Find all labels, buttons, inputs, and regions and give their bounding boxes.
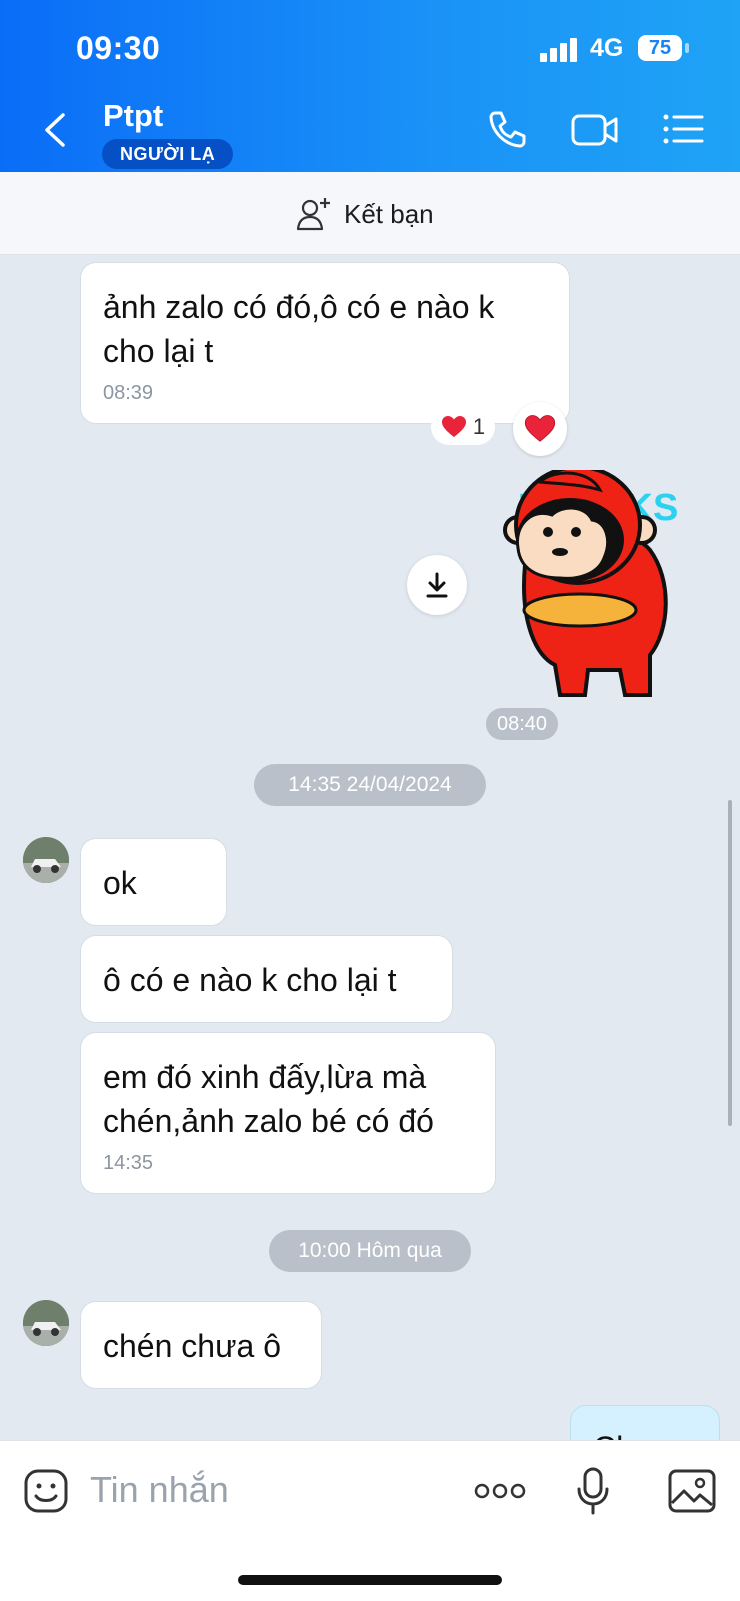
message-text: ok <box>103 865 137 901</box>
monkey-sticker[interactable]: THANKS <box>500 465 690 700</box>
sticker-button[interactable] <box>24 1469 68 1518</box>
message-text: ảnh zalo có đó,ô có e nào k cho lại t <box>103 289 495 369</box>
avatar[interactable] <box>23 1300 69 1346</box>
message-text: em đó xinh đấy,lừa mà chén,ảnh zalo bé c… <box>103 1059 434 1139</box>
message-time: 14:35 <box>103 1152 154 1174</box>
chat-header: 09:30 4G 75 Ptpt NGƯỜI LẠ <box>0 0 740 172</box>
download-button[interactable] <box>407 555 467 615</box>
message-bubble[interactable]: chén chưa ô <box>80 1301 322 1389</box>
cellular-signal-icon <box>540 38 580 62</box>
message-bubble[interactable]: ok <box>80 838 227 926</box>
download-icon <box>426 572 448 598</box>
message-text: chén chưa ô <box>103 1328 281 1364</box>
photo-button[interactable] <box>668 1469 716 1518</box>
add-friend-bar: Kết bạn <box>0 172 740 255</box>
scrollbar[interactable] <box>728 800 732 1126</box>
voice-call-button[interactable] <box>486 108 528 155</box>
avatar-image <box>23 837 69 883</box>
battery-indicator: 75 <box>638 35 682 61</box>
home-indicator[interactable] <box>238 1575 502 1585</box>
stranger-badge: NGƯỜI LẠ <box>102 139 234 169</box>
add-friend-label: Kết bạn <box>344 198 434 229</box>
message-input[interactable]: Tin nhắn <box>90 1469 229 1511</box>
list-menu-icon <box>663 114 704 144</box>
phone-icon <box>489 111 526 148</box>
microphone-icon <box>577 1467 609 1515</box>
battery-tip <box>685 43 689 53</box>
avatar-image <box>23 1300 69 1346</box>
reaction-count-value: 1 <box>472 414 486 439</box>
message-bubble[interactable]: ảnh zalo có đó,ô có e nào k cho lại t 08… <box>80 262 570 424</box>
date-separator: 10:00 Hôm qua <box>269 1230 471 1272</box>
video-camera-icon <box>571 114 618 146</box>
more-dots-icon <box>474 1483 526 1499</box>
add-user-icon <box>296 198 330 231</box>
message-time: 08:40 <box>486 708 558 740</box>
message-bubble[interactable]: em đó xinh đấy,lừa mà chén,ảnh zalo bé c… <box>80 1032 496 1194</box>
back-button[interactable] <box>36 110 76 150</box>
contact-name[interactable]: Ptpt <box>103 98 163 134</box>
video-call-button[interactable] <box>570 108 620 155</box>
heart-icon <box>524 415 556 442</box>
add-friend-button[interactable]: Kết bạn <box>296 196 434 232</box>
heart-icon <box>441 416 466 437</box>
voice-record-button[interactable] <box>576 1467 610 1520</box>
emoji-sticker-icon <box>24 1469 68 1513</box>
message-bubble[interactable]: ô có e nào k cho lại t <box>80 935 453 1023</box>
date-separator: 14:35 24/04/2024 <box>254 764 486 806</box>
network-type: 4G <box>590 34 624 62</box>
chat-options-button[interactable] <box>662 108 704 155</box>
more-options-button[interactable] <box>474 1481 526 1506</box>
avatar[interactable] <box>23 837 69 883</box>
reaction-summary[interactable]: 1 <box>431 409 495 445</box>
chevron-left-icon <box>45 113 65 147</box>
message-time: 08:39 <box>103 382 154 404</box>
react-button[interactable] <box>513 402 567 456</box>
image-icon <box>668 1469 716 1513</box>
status-time: 09:30 <box>76 30 161 66</box>
message-text: ô có e nào k cho lại t <box>103 962 397 998</box>
